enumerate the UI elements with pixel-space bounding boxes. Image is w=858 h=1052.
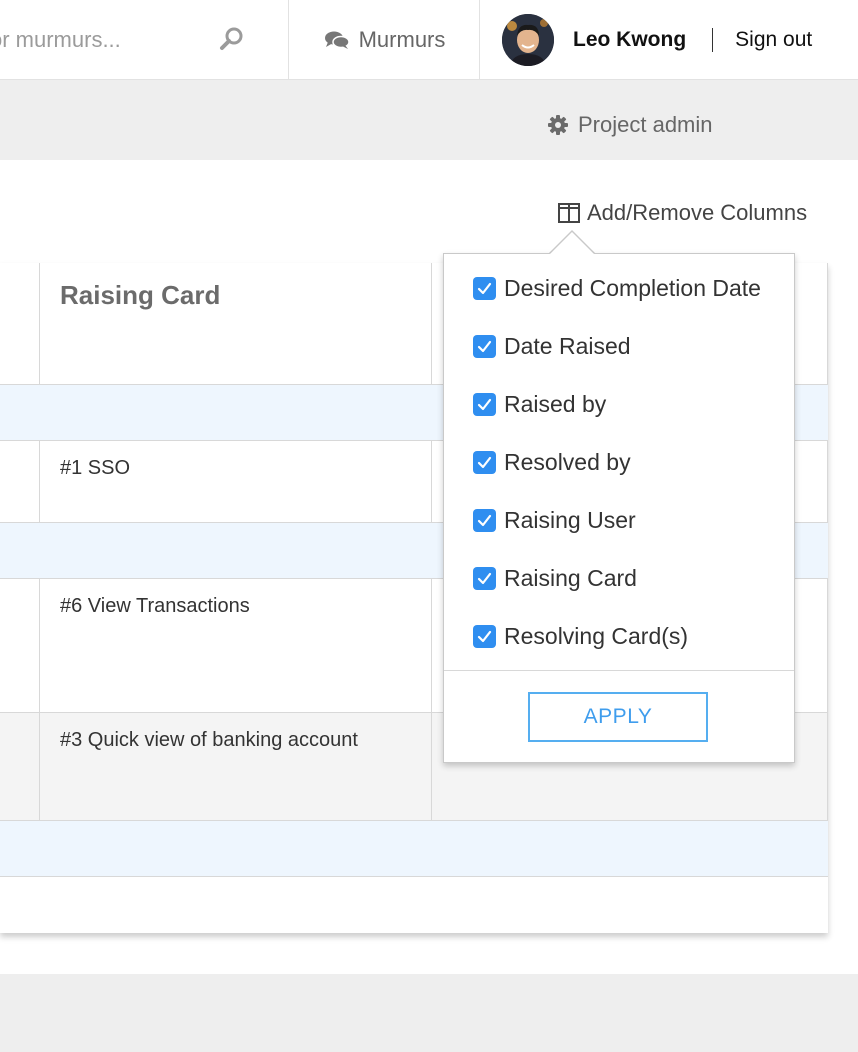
chat-icon — [324, 30, 350, 50]
raising-card-cell[interactable]: #6 View Transactions — [60, 595, 250, 618]
column-option-raised-by[interactable]: Raised by — [473, 389, 606, 419]
add-remove-columns-button[interactable]: Add/Remove Columns — [558, 200, 807, 226]
search-box — [0, 0, 289, 80]
top-bar: Murmurs Leo Kwong Sign out — [0, 0, 858, 80]
checkmark-icon — [477, 456, 492, 468]
checkmark-icon — [477, 340, 492, 352]
dropdown-divider — [444, 670, 794, 671]
checkmark-icon — [477, 630, 492, 642]
user-divider — [712, 28, 714, 52]
user-area: Leo Kwong Sign out — [480, 0, 858, 80]
checkbox-checked[interactable] — [473, 624, 496, 648]
user-name[interactable]: Leo Kwong — [573, 28, 686, 52]
murmurs-label: Murmurs — [358, 27, 446, 52]
column-option-desired-completion-date[interactable]: Desired Completion Date — [473, 273, 761, 303]
checkmark-icon — [477, 282, 492, 294]
search-icon[interactable] — [219, 26, 245, 52]
checkmark-icon — [477, 398, 492, 410]
gear-icon — [548, 115, 568, 135]
table-group-row[interactable] — [0, 821, 828, 877]
column-option-date-raised[interactable]: Date Raised — [473, 331, 631, 361]
checkbox-checked[interactable] — [473, 508, 496, 532]
raising-card-cell[interactable]: #1 SSO — [60, 457, 130, 480]
column-option-label: Date Raised — [504, 332, 631, 359]
checkbox-checked[interactable] — [473, 392, 496, 416]
sub-header — [0, 80, 858, 160]
column-option-resolving-cards[interactable]: Resolving Card(s) — [473, 621, 688, 651]
column-option-label: Raising User — [504, 506, 636, 533]
apply-button[interactable]: APPLY — [528, 692, 708, 742]
project-admin-link[interactable]: Project admin — [548, 112, 713, 138]
column-option-label: Raised by — [504, 390, 607, 417]
search-input[interactable] — [0, 22, 200, 58]
checkbox-checked[interactable] — [473, 450, 496, 474]
column-option-label: Desired Completion Date — [504, 274, 761, 301]
checkbox-checked[interactable] — [473, 334, 496, 358]
checkbox-checked[interactable] — [473, 276, 496, 300]
project-admin-label: Project admin — [578, 112, 713, 137]
add-remove-columns-label: Add/Remove Columns — [587, 200, 808, 225]
avatar[interactable] — [502, 14, 554, 66]
raising-card-cell[interactable]: #3 Quick view of banking account — [60, 729, 358, 752]
column-header-label: Raising Card — [60, 280, 221, 310]
murmurs-link[interactable]: Murmurs — [290, 0, 480, 80]
column-option-resolved-by[interactable]: Resolved by — [473, 447, 631, 477]
column-option-label: Resolved by — [504, 448, 631, 475]
column-option-label: Raising Card — [504, 564, 637, 591]
checkbox-checked[interactable] — [473, 566, 496, 590]
checkmark-icon — [477, 514, 492, 526]
column-option-raising-card[interactable]: Raising Card — [473, 563, 637, 593]
column-option-raising-user[interactable]: Raising User — [473, 505, 636, 535]
columns-dropdown: Desired Completion Date Date Raised Rais… — [443, 253, 795, 763]
columns-icon — [558, 203, 580, 223]
checkmark-icon — [477, 572, 492, 584]
column-header-raising-card[interactable]: Raising Card — [40, 263, 432, 384]
column-option-label: Resolving Card(s) — [504, 622, 689, 649]
page-footer-band — [0, 974, 858, 1052]
sign-out-link[interactable]: Sign out — [735, 28, 812, 52]
dropdown-caret-fill — [549, 232, 595, 255]
